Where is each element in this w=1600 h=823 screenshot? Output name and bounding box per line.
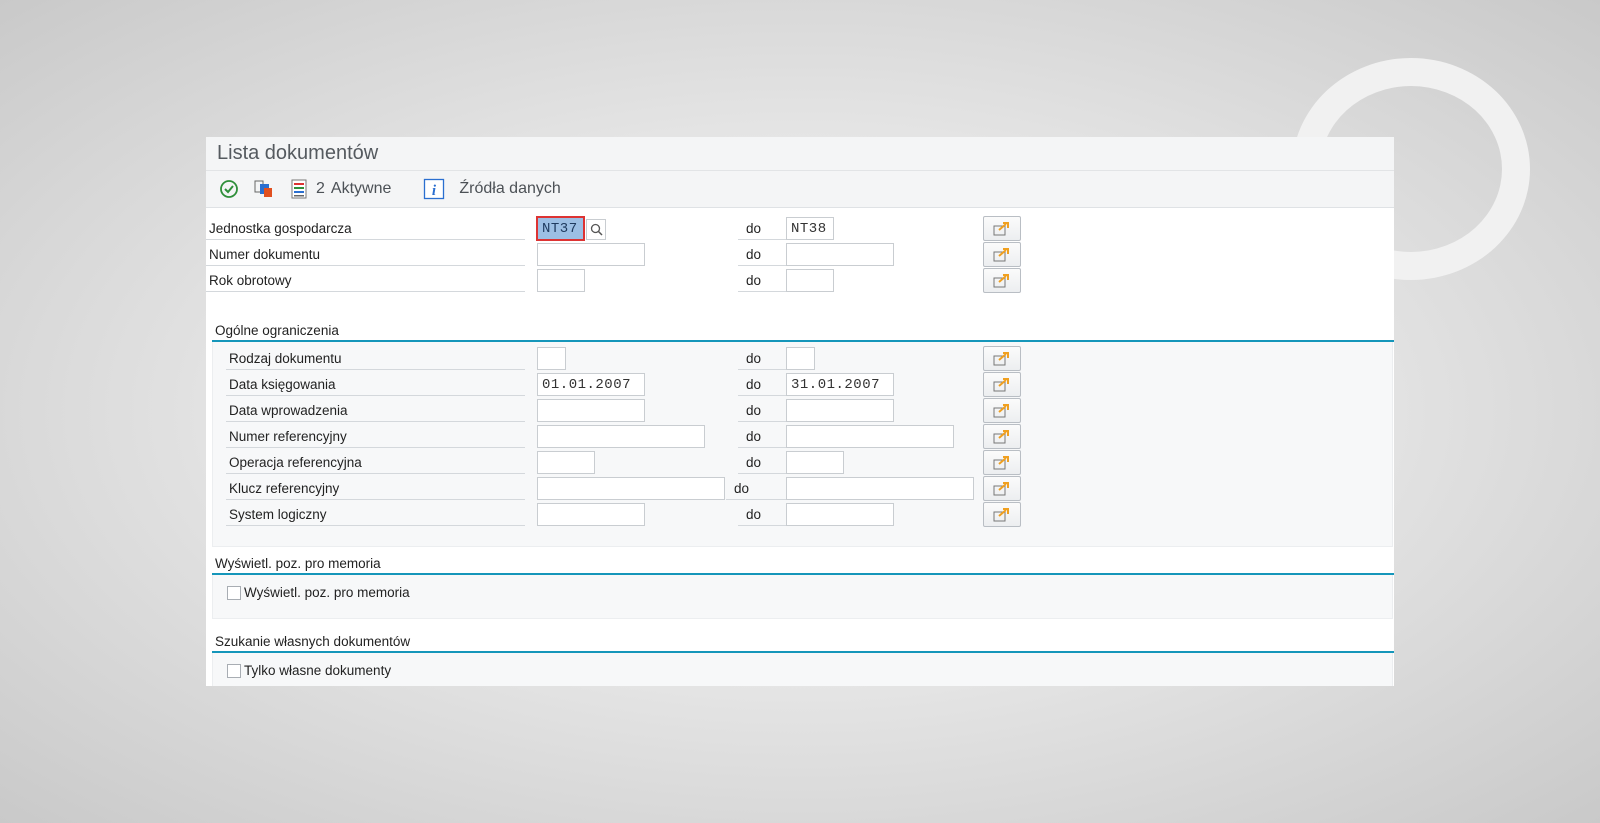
active-label[interactable]: Aktywne xyxy=(331,180,391,198)
general-row: Rodzaj dokumentu do xyxy=(206,346,1394,371)
field-from[interactable] xyxy=(537,451,595,474)
general-row: System logiczny do xyxy=(206,502,1394,527)
toolbar: 2 Aktywne i Źródła danych xyxy=(206,171,1394,208)
own-docs-checkbox[interactable] xyxy=(227,663,241,678)
sap-window: Lista dokumentów 2 Aktywne i Źródła dany… xyxy=(206,137,1394,686)
execute-icon[interactable] xyxy=(218,178,240,200)
general-row: Numer referencyjny do xyxy=(206,424,1394,449)
multiple-selection-button[interactable] xyxy=(983,476,1021,501)
datasources-button[interactable]: Źródła danych xyxy=(459,180,560,198)
multiple-selection-button[interactable] xyxy=(983,372,1021,397)
general-row: Operacja referencyjna do xyxy=(206,450,1394,475)
multiple-selection-icon xyxy=(993,508,1009,522)
multiple-selection-icon xyxy=(993,274,1009,288)
field-from[interactable] xyxy=(537,425,705,448)
do-label: do xyxy=(726,477,786,500)
general-row: Data wprowadzenia do xyxy=(206,398,1394,423)
search-help-icon[interactable] xyxy=(586,219,606,240)
field-from[interactable] xyxy=(537,243,645,266)
field-to[interactable] xyxy=(786,347,815,370)
window-title: Lista dokumentów xyxy=(206,137,1394,171)
selection-row: Numer dokumentu do xyxy=(206,242,1394,267)
field-from[interactable]: NT37 xyxy=(536,216,585,241)
multiple-selection-icon xyxy=(993,378,1009,392)
field-to[interactable] xyxy=(786,425,954,448)
field-to[interactable] xyxy=(786,477,974,500)
info-icon[interactable]: i xyxy=(423,178,445,200)
multiple-selection-icon xyxy=(993,482,1009,496)
row-label: Rok obrotowy xyxy=(206,269,525,292)
field-to[interactable]: NT38 xyxy=(786,217,834,240)
row-label: Jednostka gospodarcza xyxy=(206,217,525,240)
selection-row: Rok obrotowy do xyxy=(206,268,1394,293)
own-docs-group-title: Szukanie własnych dokumentów xyxy=(212,633,1394,653)
row-label: Operacja referencyjna xyxy=(226,451,525,474)
selection-list-icon[interactable] xyxy=(288,178,310,200)
multiple-selection-button[interactable] xyxy=(983,346,1021,371)
field-from[interactable]: 01.01.2007 xyxy=(537,373,645,396)
multiple-selection-button[interactable] xyxy=(983,216,1021,241)
own-docs-checkbox-row[interactable]: Tylko własne dokumenty xyxy=(227,663,391,678)
row-label: Numer dokumentu xyxy=(206,243,525,266)
field-to[interactable] xyxy=(786,399,894,422)
field-from[interactable] xyxy=(537,399,645,422)
memo-checkbox-label: Wyświetl. poz. pro memoria xyxy=(244,585,410,600)
memo-group-title: Wyświetl. poz. pro memoria xyxy=(212,555,1394,575)
multiple-selection-button[interactable] xyxy=(983,398,1021,423)
field-from[interactable] xyxy=(537,503,645,526)
multiple-selection-icon xyxy=(993,430,1009,444)
multiple-selection-icon xyxy=(993,404,1009,418)
field-to[interactable] xyxy=(786,503,894,526)
memo-checkbox-row[interactable]: Wyświetl. poz. pro memoria xyxy=(227,585,410,600)
multiple-selection-icon xyxy=(993,248,1009,262)
multiple-selection-button[interactable] xyxy=(983,424,1021,449)
active-count[interactable]: 2 xyxy=(316,180,325,198)
field-to[interactable] xyxy=(786,451,844,474)
field-from[interactable] xyxy=(537,269,585,292)
row-label: Klucz referencyjny xyxy=(226,477,525,500)
memo-checkbox[interactable] xyxy=(227,585,241,600)
field-from[interactable] xyxy=(537,477,725,500)
row-label: Data księgowania xyxy=(226,373,525,396)
own-docs-checkbox-label: Tylko własne dokumenty xyxy=(244,663,392,678)
multiple-selection-icon xyxy=(993,352,1009,366)
copy-variant-icon[interactable] xyxy=(253,178,275,200)
general-row: Klucz referencyjny do xyxy=(206,476,1394,501)
field-to[interactable] xyxy=(786,243,894,266)
row-label: Data wprowadzenia xyxy=(226,399,525,422)
multiple-selection-button[interactable] xyxy=(983,450,1021,475)
multiple-selection-button[interactable] xyxy=(983,242,1021,267)
multiple-selection-icon xyxy=(993,456,1009,470)
row-label: System logiczny xyxy=(226,503,525,526)
selection-row: Jednostka gospodarcza NT37 do NT38 xyxy=(206,216,1394,241)
multiple-selection-button[interactable] xyxy=(983,268,1021,293)
multiple-selection-button[interactable] xyxy=(983,502,1021,527)
general-group-title: Ogólne ograniczenia xyxy=(212,322,1394,342)
row-label: Numer referencyjny xyxy=(226,425,525,448)
field-from[interactable] xyxy=(537,347,566,370)
multiple-selection-icon xyxy=(993,222,1009,236)
field-to[interactable] xyxy=(786,269,834,292)
field-to[interactable]: 31.01.2007 xyxy=(786,373,894,396)
general-row: Data księgowania 01.01.2007 do 31.01.200… xyxy=(206,372,1394,397)
row-label: Rodzaj dokumentu xyxy=(226,347,525,370)
